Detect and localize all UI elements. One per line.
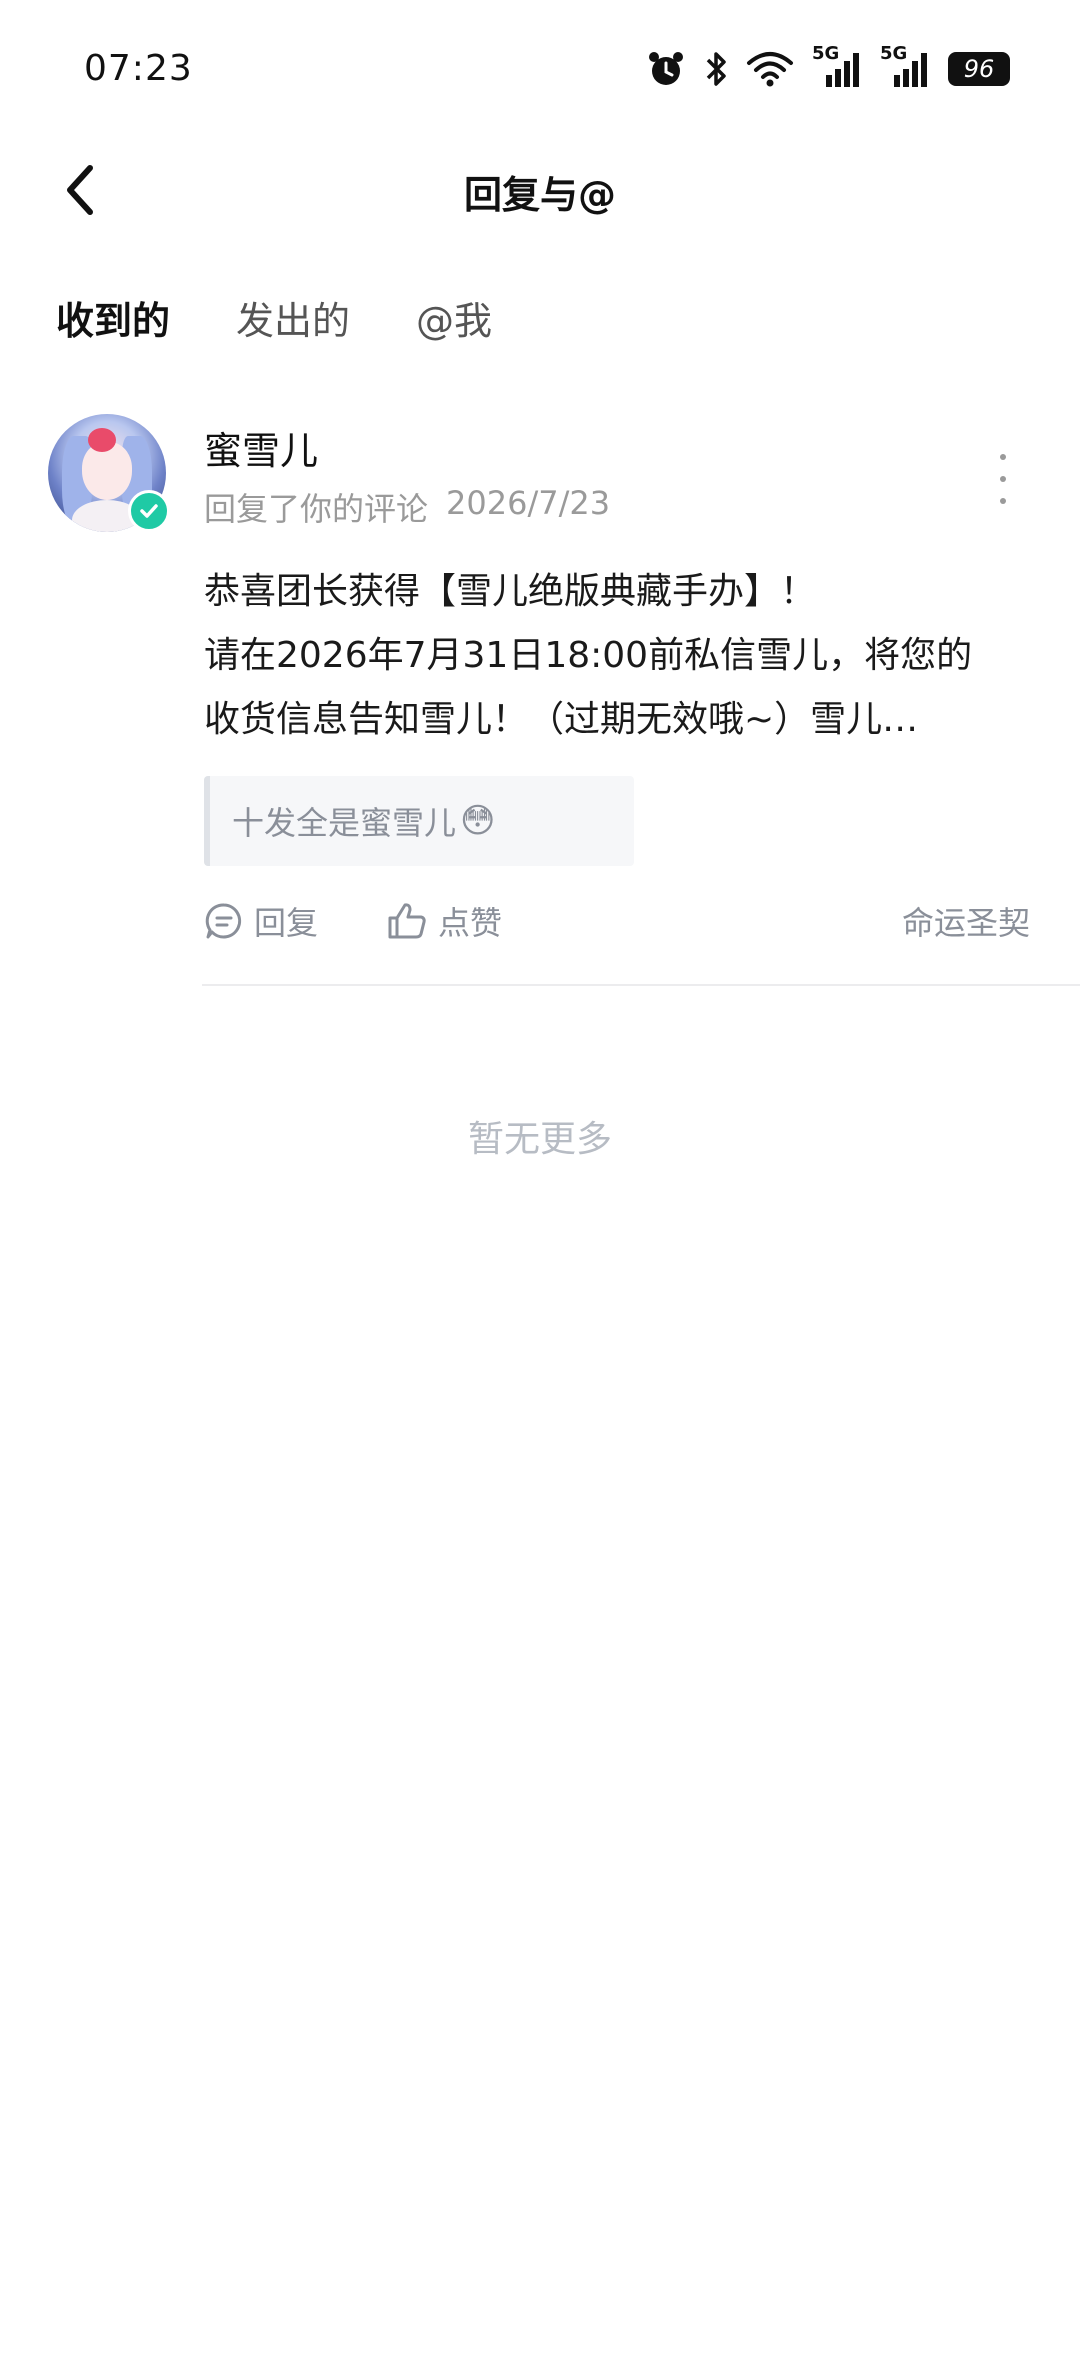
thumbs-up-icon (388, 903, 426, 939)
action-text: 回复了你的评论 (204, 490, 429, 528)
more-dots-icon (1000, 454, 1006, 460)
bluetooth-icon (704, 49, 728, 89)
reply-label: 回复 (254, 904, 319, 942)
date: 2026/7/23 (446, 484, 611, 522)
content-line: 恭喜团长获得【雪儿绝版典藏手办】！ (204, 571, 817, 612)
status-bar: 07:23 5G 5G 96 (0, 0, 1080, 140)
divider (202, 984, 1080, 986)
signal-icon: 5G (812, 43, 862, 89)
tab-sent[interactable]: 发出的 (236, 290, 350, 360)
more-options-button[interactable] (988, 454, 1018, 504)
wifi-icon (746, 49, 794, 89)
source-link[interactable]: 命运圣契 (902, 898, 1030, 944)
like-button[interactable]: 点赞 (386, 898, 502, 944)
username[interactable]: 蜜雪儿 (204, 420, 318, 475)
signal-icon: 5G (880, 43, 930, 89)
reply-button[interactable]: 回复 (204, 898, 318, 944)
battery-icon: 96 (948, 52, 1010, 86)
tab-label: 发出的 (236, 299, 351, 343)
page: 07:23 5G 5G 96 回复与@ 收到的 发出的 @我 蜜雪儿 回复了你的… (0, 0, 1080, 2354)
content-line: 收货信息告知雪儿！（过期无效哦~）雪儿… (204, 699, 919, 740)
verified-check-icon (128, 490, 170, 532)
comment-icon (205, 903, 242, 939)
page-title: 回复与@ (463, 173, 616, 217)
no-more-text: 暂无更多 (467, 1119, 612, 1160)
reply-content[interactable]: 恭喜团长获得【雪儿绝版典藏手办】！ 请在2026年7月31日18:00前私信雪儿… (204, 560, 1034, 752)
tab-mentions[interactable]: @我 (416, 290, 492, 360)
like-label: 点赞 (438, 904, 503, 942)
alarm-icon (646, 49, 686, 89)
tab-received[interactable]: 收到的 (56, 290, 170, 360)
quoted-comment[interactable]: 十发全是蜜雪儿 😳 (204, 776, 634, 866)
tab-bar: 收到的 发出的 @我 (56, 290, 558, 360)
content-line: 请在2026年7月31日18:00前私信雪儿，将您的 (204, 635, 973, 676)
avatar[interactable] (48, 414, 170, 532)
status-time: 07:23 (84, 48, 193, 89)
tab-label: 收到的 (56, 299, 171, 343)
tab-label: @我 (416, 299, 493, 343)
header: 回复与@ (0, 150, 1080, 230)
action-bar: 回复 点赞 命运圣契 (204, 898, 1030, 968)
status-icons: 5G 5G 96 (646, 43, 1010, 92)
notification-meta: 回复了你的评论 2026/7/23 (204, 484, 610, 530)
quoted-comment-text: 十发全是蜜雪儿 (232, 804, 457, 842)
flushed-emoji-icon: 😳 (460, 801, 496, 841)
